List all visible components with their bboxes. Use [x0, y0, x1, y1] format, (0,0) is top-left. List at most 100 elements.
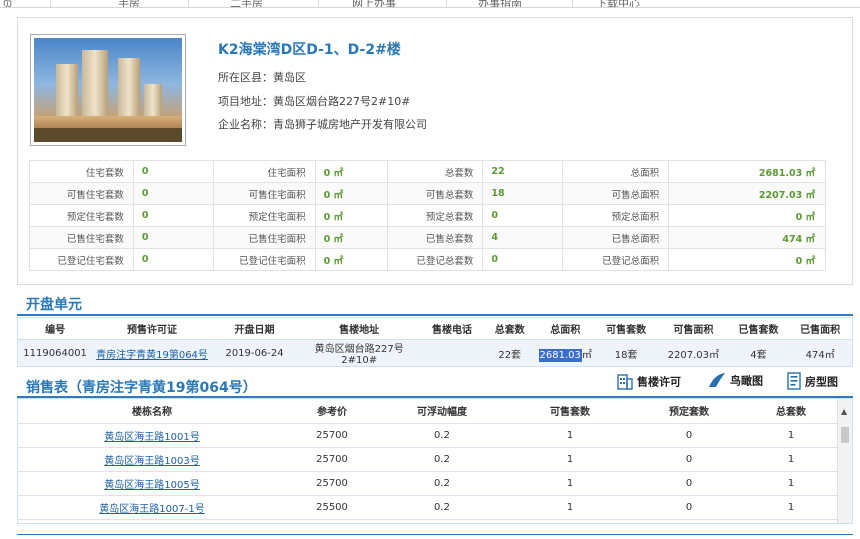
scroll-up-icon[interactable]: ▲ — [841, 407, 847, 416]
sales-cell: 0.2 — [378, 471, 506, 496]
sales-cell: 25700 — [286, 471, 378, 496]
stat-value: 2207.03 ㎡ — [668, 182, 826, 205]
stat-label: 预定住宅套数 — [29, 204, 134, 227]
sales-row[interactable]: 黄岛区海王路1007-1号 25500 0.2 1 0 1 — [18, 495, 838, 520]
stats-row: 住宅套数 0 住宅面积 0 ㎡总套数 22 总面积 2681.03 ㎡ — [29, 160, 826, 183]
sales-cell: 25700 — [286, 447, 378, 472]
stat-value: 22 — [482, 160, 564, 183]
sales-cell: 25700 — [286, 423, 378, 448]
nav-item[interactable]: 下载中心 — [596, 0, 640, 7]
stat-value: 0 — [132, 182, 214, 205]
stat-value: 0 ㎡ — [668, 248, 826, 271]
nav-item[interactable]: 二手房 — [230, 0, 263, 7]
units-column-header: 编号 — [17, 317, 93, 340]
sales-column-header: 预定套数 — [634, 399, 744, 424]
stat-label: 总套数 — [386, 160, 484, 183]
stat-value: 0 — [482, 248, 564, 271]
building-cell: 黄岛区海王路1001号 — [18, 423, 286, 448]
stat-label: 已售住宅套数 — [29, 226, 134, 249]
stat-label: 可售住宅面积 — [212, 182, 316, 205]
sales-row[interactable]: 黄岛区海王路1003号 25700 0.2 1 0 1 — [18, 447, 838, 472]
project-title: K2海棠湾D区D-1、D-2#楼 — [218, 42, 401, 58]
sold-area: 474㎡ — [788, 339, 853, 367]
sales-cell: 1 — [506, 423, 634, 448]
building-cell: 黄岛区海王路1003号 — [18, 447, 286, 472]
sales-cell: 0 — [634, 447, 744, 472]
total-area: 2681.03㎡ — [536, 339, 595, 367]
stats-row: 预定住宅套数 0 预定住宅面积 0 ㎡预定总套数 0 预定总面积 0 ㎡ — [29, 204, 826, 227]
sold-units: 4套 — [728, 339, 789, 367]
open-date: 2019-06-24 — [211, 339, 298, 367]
sales-cell: 0 — [634, 423, 744, 448]
permit-tool[interactable]: 售楼许可 — [617, 372, 681, 393]
units-column-header: 总面积 — [536, 317, 595, 340]
stat-value: 474 ㎡ — [668, 226, 826, 249]
units-column-header: 售楼地址 — [297, 317, 422, 340]
sales-table: 楼栋名称 参考价 可浮动幅度 可售套数 预定套数 总套数 黄岛区海王路1001号 25700… — [18, 399, 838, 520]
floor-plan-tool[interactable]: 房型图 — [787, 372, 838, 393]
stat-value: 4 — [482, 226, 564, 249]
sales-table-container[interactable]: 楼栋名称 参考价 可浮动幅度 可售套数 预定套数 总套数 黄岛区海王路1001号 25700… — [17, 398, 853, 524]
units-column-header: 可售面积 — [658, 317, 729, 340]
sales-row[interactable]: 黄岛区海王路1005号 25700 0.2 1 0 1 — [18, 471, 838, 496]
stat-value: 0 ㎡ — [314, 248, 388, 271]
nav-item[interactable]: 页 — [2, 0, 13, 7]
stat-label: 已登记住宅套数 — [29, 248, 134, 271]
stat-label: 总面积 — [562, 160, 670, 183]
nav-item[interactable]: 网上办事 — [352, 0, 396, 7]
sales-section-title: 销售表（青房注字青黄19第064号） — [26, 380, 257, 396]
building-cell: 黄岛区海王路1007-1号 — [18, 495, 286, 520]
stat-label: 已登记住宅面积 — [212, 248, 316, 271]
company-line: 企业名称：青岛狮子城房地产开发有限公司 — [218, 118, 427, 131]
building-icon — [617, 372, 633, 393]
stat-label: 可售总面积 — [562, 182, 670, 205]
building-link[interactable]: 黄岛区海王路1005号 — [104, 480, 199, 491]
stat-label: 预定住宅面积 — [212, 204, 316, 227]
sales-cell: 1 — [506, 447, 634, 472]
stat-value: 0 — [132, 204, 214, 227]
building-link[interactable]: 黄岛区海王路1007-1号 — [99, 504, 204, 515]
stat-label: 预定总套数 — [386, 204, 484, 227]
stat-label: 已售总套数 — [386, 226, 484, 249]
building-link[interactable]: 黄岛区海王路1001号 — [104, 432, 199, 443]
units-column-header: 预售许可证 — [92, 317, 212, 340]
sales-column-header: 总套数 — [744, 399, 838, 424]
sales-cell: 1 — [744, 447, 838, 472]
units-column-header: 开盘日期 — [211, 317, 298, 340]
sales-cell: 0.2 — [378, 447, 506, 472]
units-column-header: 已售套数 — [728, 317, 789, 340]
sales-cell: 1 — [506, 471, 634, 496]
sales-column-header: 楼栋名称 — [18, 399, 286, 424]
building-link[interactable]: 黄岛区海王路1003号 — [104, 456, 199, 467]
building-cell: 黄岛区海王路1005号 — [18, 471, 286, 496]
sales-cell: 1 — [744, 495, 838, 520]
stat-value: 18 — [482, 182, 564, 205]
sales-column-header: 参考价 — [286, 399, 378, 424]
sales-cell: 0.2 — [378, 495, 506, 520]
stat-value: 0 — [132, 160, 214, 183]
sales-column-header: 可售套数 — [506, 399, 634, 424]
sales-row[interactable]: 黄岛区海王路1001号 25700 0.2 1 0 1 — [18, 423, 838, 448]
permit-link[interactable]: 青房注字青黄19第064号 — [96, 350, 208, 361]
scroll-thumb[interactable] — [841, 427, 849, 443]
stat-value: 0 ㎡ — [314, 204, 388, 227]
nav-item[interactable]: 手房 — [118, 0, 140, 7]
top-nav-bar: 页 手房 二手房 网上办事 办事指南 下载中心 — [0, 0, 860, 8]
sales-cell: 0 — [634, 495, 744, 520]
sales-cell: 1 — [744, 471, 838, 496]
stat-value: 0 ㎡ — [314, 182, 388, 205]
stat-value: 0 ㎡ — [668, 204, 826, 227]
unit-row[interactable]: 1119064001 青房注字青黄19第064号 2019-06-24 黄岛区烟… — [17, 339, 853, 367]
stat-value: 0 ㎡ — [314, 226, 388, 249]
stat-value: 0 — [132, 226, 214, 249]
nav-item[interactable]: 办事指南 — [478, 0, 522, 7]
units-column-header: 已售面积 — [788, 317, 853, 340]
stats-row: 已登记住宅套数 0 已登记住宅面积 0 ㎡已登记总套数 0 已登记总面积 0 ㎡ — [29, 248, 826, 271]
units-section-title: 开盘单元 — [26, 297, 82, 313]
sales-column-header: 可浮动幅度 — [378, 399, 506, 424]
aerial-view-tool[interactable]: 鸟瞰图 — [708, 372, 763, 391]
stat-label: 已登记总套数 — [386, 248, 484, 271]
stat-value: 2681.03 ㎡ — [668, 160, 826, 183]
vertical-scrollbar[interactable]: ▲ — [837, 399, 852, 523]
stat-label: 住宅套数 — [29, 160, 134, 183]
